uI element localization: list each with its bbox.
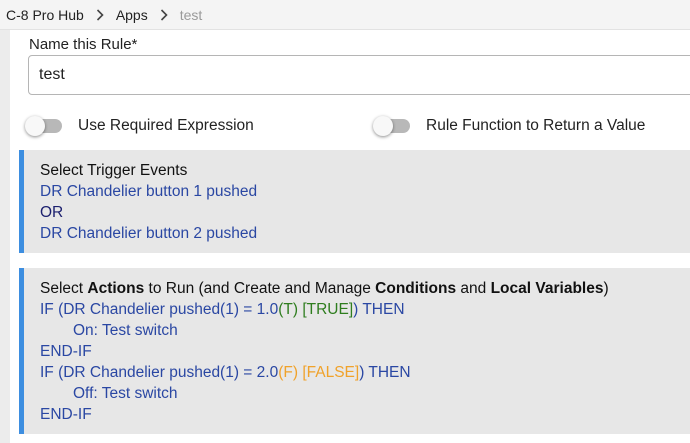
- action-switch-off: Off: Test switch: [73, 385, 178, 402]
- if-statement-2: IF (DR Chandelier pushed(1) = 2.0(F) [FA…: [40, 364, 411, 381]
- trigger-or-label: OR: [40, 204, 64, 221]
- trigger-event-2: DR Chandelier button 2 pushed: [40, 225, 258, 242]
- chevron-right-icon: [160, 8, 168, 21]
- breadcrumb-current: test: [179, 6, 203, 23]
- trigger-events-card[interactable]: Select Trigger Events DR Chandelier butt…: [19, 150, 690, 253]
- trigger-event-1: DR Chandelier button 1 pushed: [40, 183, 258, 200]
- rule-name-input[interactable]: [28, 55, 690, 95]
- chevron-right-icon: [96, 8, 104, 21]
- end-if-2: END-IF: [40, 406, 92, 423]
- if-statement-1: IF (DR Chandelier pushed(1) = 1.0(T) [TR…: [40, 301, 405, 318]
- required-expression-label: Use Required Expression: [78, 117, 254, 134]
- trigger-events-title: Select Trigger Events: [40, 162, 188, 179]
- rule-name-label: Name this Rule*: [29, 36, 138, 53]
- required-expression-toggle[interactable]: Use Required Expression: [25, 116, 254, 136]
- toggle-switch[interactable]: [373, 116, 410, 136]
- breadcrumb-apps[interactable]: Apps: [116, 7, 148, 23]
- breadcrumb-bar: C-8 Pro Hub Apps test: [0, 0, 690, 30]
- actions-title: Select Actions to Run (and Create and Ma…: [40, 280, 609, 297]
- toggle-switch[interactable]: [25, 116, 62, 136]
- actions-card[interactable]: Select Actions to Run (and Create and Ma…: [19, 268, 690, 434]
- breadcrumb-hub[interactable]: C-8 Pro Hub: [6, 7, 84, 23]
- action-switch-on: On: Test switch: [73, 322, 178, 339]
- rule-function-toggle[interactable]: Rule Function to Return a Value: [373, 116, 646, 136]
- end-if-1: END-IF: [40, 343, 92, 360]
- rule-function-label: Rule Function to Return a Value: [426, 117, 646, 134]
